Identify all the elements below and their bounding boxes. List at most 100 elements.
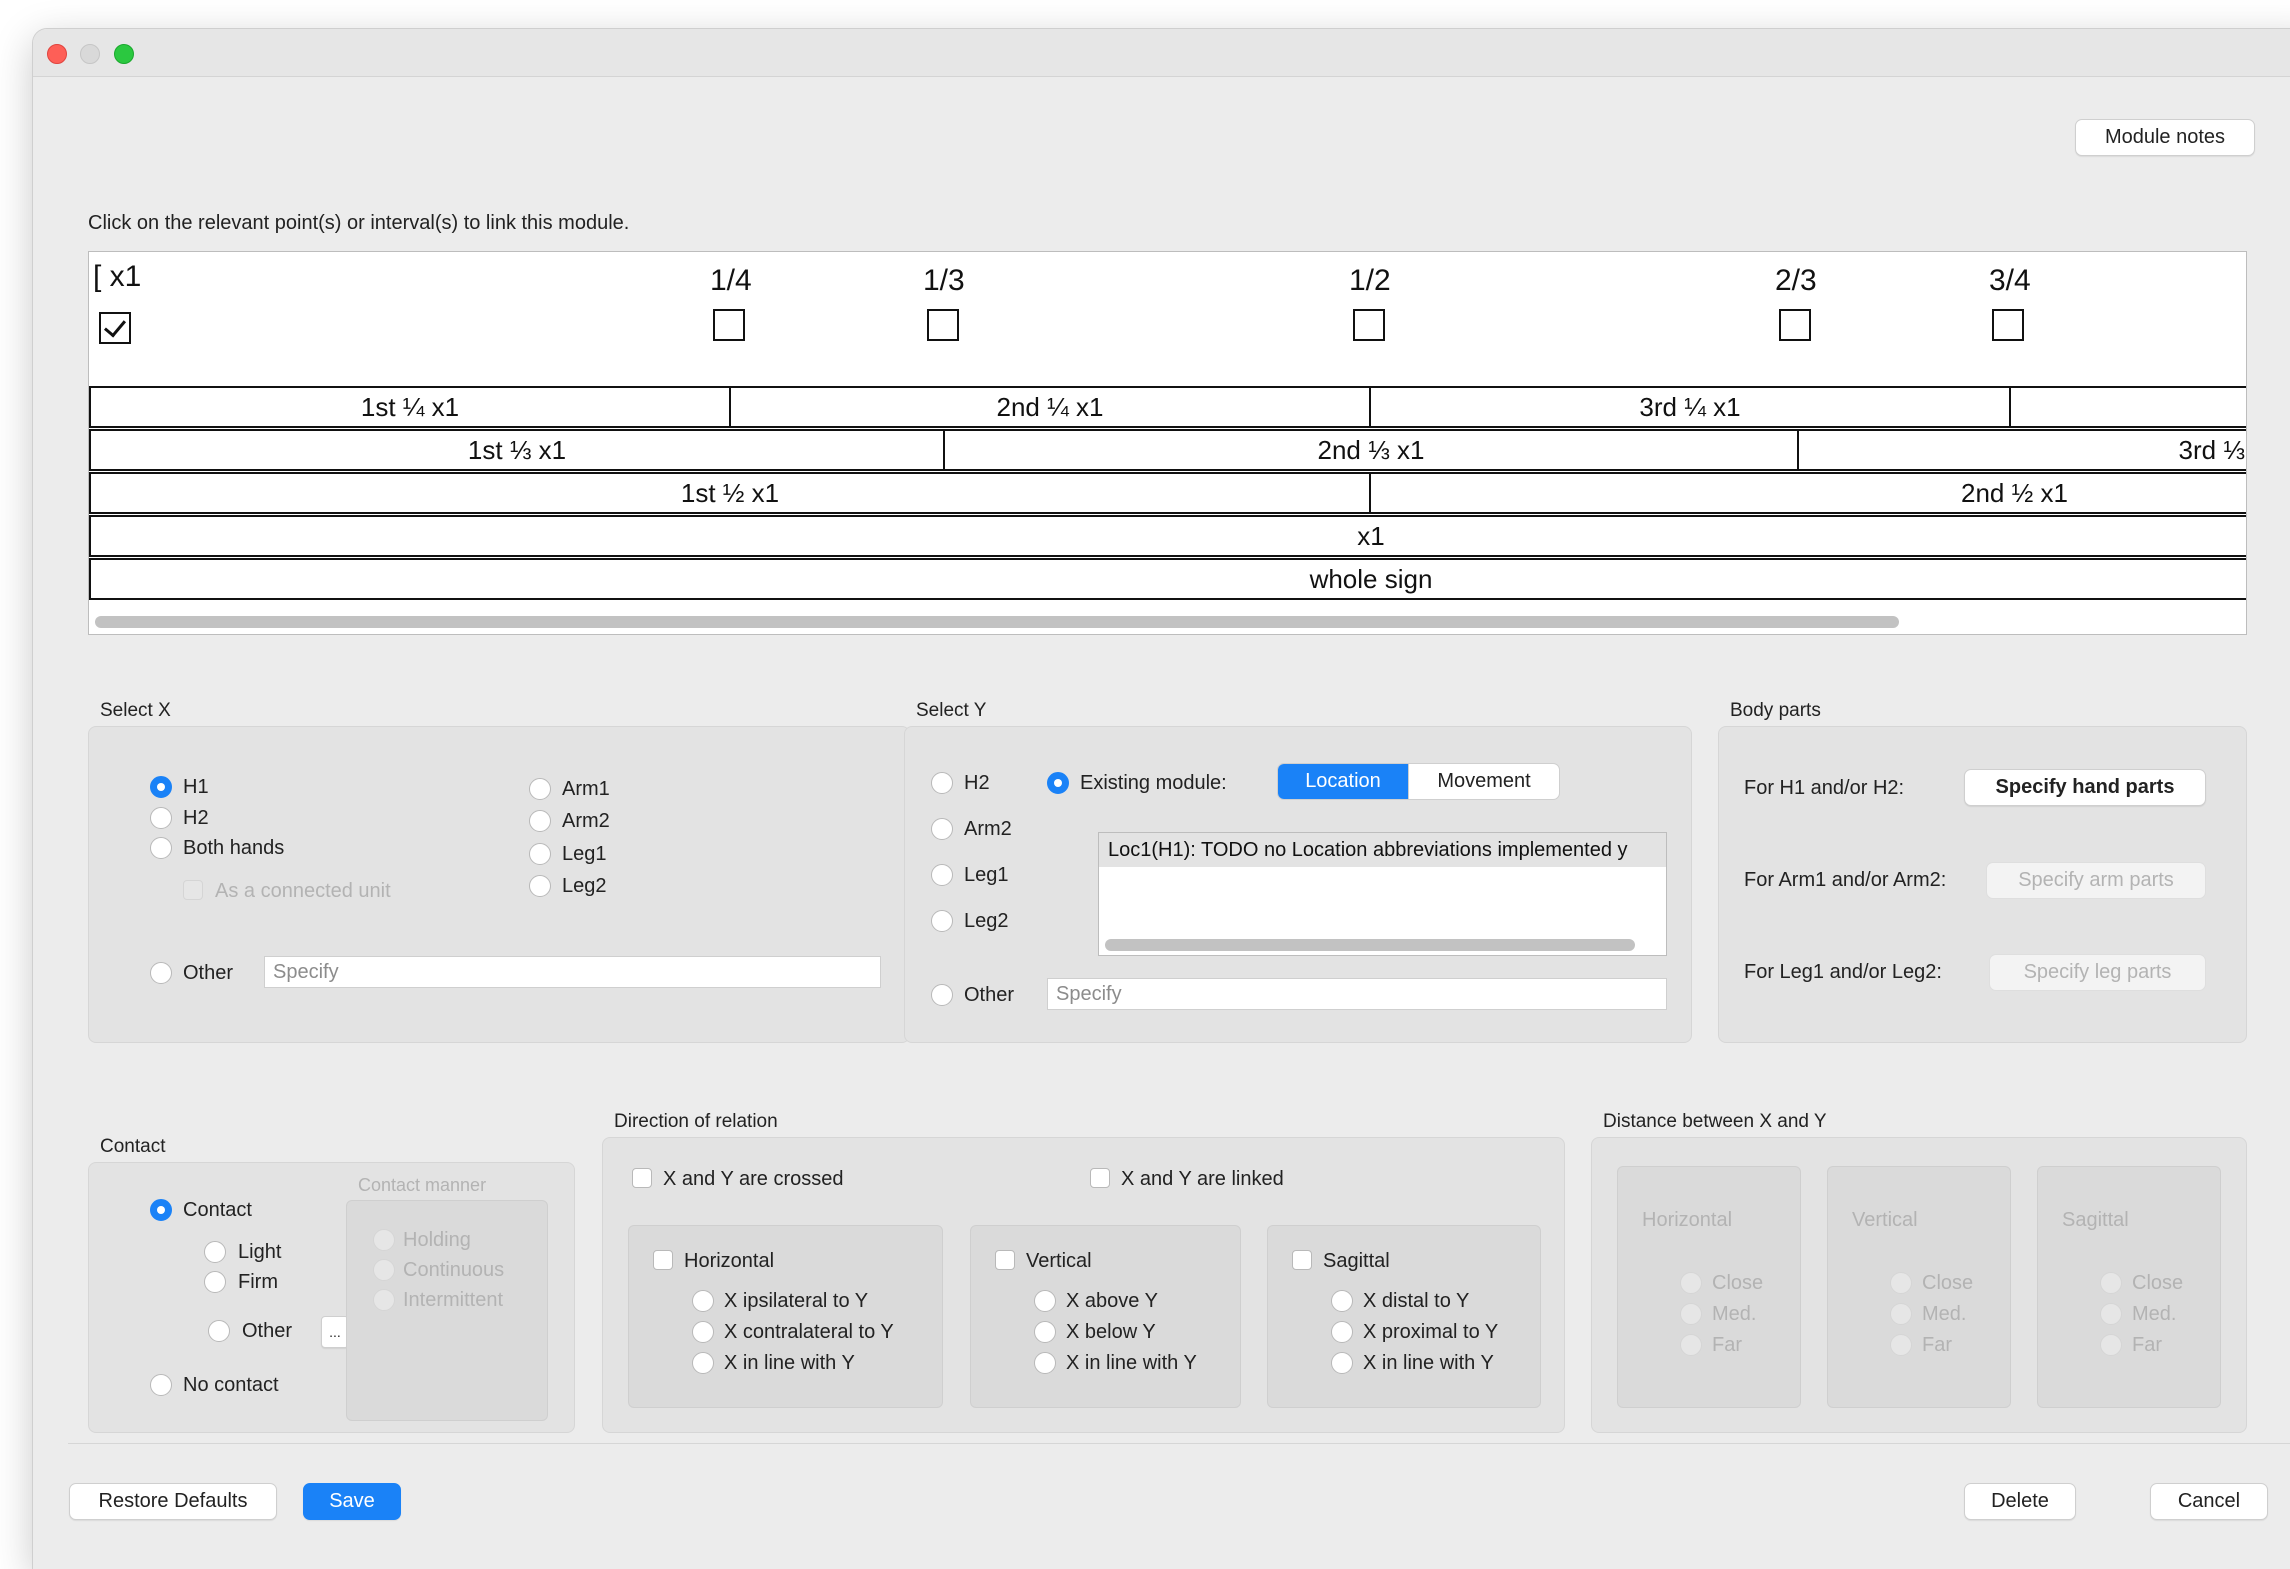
direction-sagittal-option-radio[interactable] [1331, 1290, 1353, 1312]
distance-vertical-option-radio[interactable] [1890, 1303, 1912, 1325]
interval-third-quarter[interactable]: 3rd ¼ x1 [1369, 386, 2011, 428]
segment-location[interactable]: Location [1278, 764, 1408, 799]
direction-vertical-option-radio[interactable] [1034, 1321, 1056, 1343]
y-module-list[interactable]: Loc1(H1): TODO no Location abbreviations… [1098, 832, 1667, 956]
x-arm1-radio[interactable] [529, 778, 551, 800]
direction-vertical-option-radio[interactable] [1034, 1352, 1056, 1374]
manner-continuous-radio[interactable] [373, 1259, 395, 1281]
contact-manner-title: Contact manner [358, 1175, 487, 1195]
contact-manner-group: Holding Continuous Intermittent [346, 1200, 548, 1421]
y-other-radio[interactable] [931, 984, 953, 1006]
contact-firm-radio[interactable] [204, 1271, 226, 1293]
distance-sagittal-option-label: Far [2132, 1334, 2162, 1356]
distance-sagittal-option-radio[interactable] [2100, 1303, 2122, 1325]
direction-horizontal-checkbox[interactable] [653, 1250, 673, 1270]
manner-intermittent-radio[interactable] [373, 1289, 395, 1311]
x-leg2-radio[interactable] [529, 875, 551, 897]
x-other-specify-input[interactable]: Specify [264, 956, 881, 988]
y-existing-module-radio[interactable] [1047, 772, 1069, 794]
direction-vertical-option-label: X below Y [1066, 1321, 1156, 1343]
y-leg2-radio[interactable] [931, 910, 953, 932]
y-module-list-item[interactable]: Loc1(H1): TODO no Location abbreviations… [1099, 833, 1666, 867]
select-x-title: Select X [100, 700, 171, 721]
direction-sagittal-title: Sagittal [1323, 1250, 1390, 1272]
y-h2-radio[interactable] [931, 772, 953, 794]
interval-whole-x1[interactable]: x1 [89, 515, 2246, 557]
direction-horizontal-option-radio[interactable] [692, 1290, 714, 1312]
select-x-panel: H1 H2 Both hands As a connected unit Arm… [88, 726, 910, 1043]
y-existing-module-label: Existing module: [1080, 772, 1227, 794]
direction-panel: X and Y are crossed X and Y are linked H… [602, 1137, 1565, 1433]
distance-horizontal-option-radio[interactable] [1680, 1272, 1702, 1294]
x-leg1-radio[interactable] [529, 843, 551, 865]
timeline-scrollbar[interactable] [95, 616, 1899, 628]
direction-horizontal-title: Horizontal [684, 1250, 775, 1272]
point-checkbox-start[interactable] [99, 312, 131, 344]
restore-defaults-button[interactable]: Restore Defaults [69, 1483, 277, 1520]
crossed-checkbox[interactable] [632, 1168, 652, 1188]
no-contact-radio[interactable] [150, 1374, 172, 1396]
minimize-window-button[interactable] [80, 44, 100, 64]
cancel-button[interactable]: Cancel [2150, 1483, 2268, 1520]
point-checkbox-third[interactable] [927, 309, 959, 341]
interval-first-half[interactable]: 1st ½ x1 [89, 472, 1371, 514]
arm-parts-label: For Arm1 and/or Arm2: [1744, 869, 1947, 891]
point-checkbox-three-quarters[interactable] [1992, 309, 2024, 341]
direction-horizontal-option-radio[interactable] [692, 1321, 714, 1343]
contact-light-radio[interactable] [204, 1241, 226, 1263]
direction-sagittal-option-radio[interactable] [1331, 1352, 1353, 1374]
y-arm2-radio[interactable] [931, 818, 953, 840]
point-checkbox-quarter[interactable] [713, 309, 745, 341]
distance-sagittal-option-radio[interactable] [2100, 1272, 2122, 1294]
distance-horizontal-option-radio[interactable] [1680, 1303, 1702, 1325]
interval-second-third[interactable]: 2nd ⅓ x1 [943, 429, 1799, 471]
interval-fourth-quarter[interactable] [2009, 386, 2246, 428]
y-leg1-radio[interactable] [931, 864, 953, 886]
x-other-radio[interactable] [150, 962, 172, 984]
y-module-list-scrollbar[interactable] [1105, 939, 1635, 951]
direction-sagittal-checkbox[interactable] [1292, 1250, 1312, 1270]
interval-second-half[interactable]: 2nd ½ x1 [1369, 472, 2246, 514]
x-both-hands-radio[interactable] [150, 837, 172, 859]
specify-leg-parts-button[interactable]: Specify leg parts [1989, 954, 2206, 991]
distance-sagittal-group: Sagittal Close Med. Far [2037, 1166, 2221, 1408]
interval-first-third[interactable]: 1st ⅓ x1 [89, 429, 945, 471]
direction-horizontal-option-radio[interactable] [692, 1352, 714, 1374]
distance-horizontal-option-radio[interactable] [1680, 1334, 1702, 1356]
y-other-specify-input[interactable]: Specify [1047, 978, 1667, 1010]
distance-horizontal-group: Horizontal Close Med. Far [1617, 1166, 1801, 1408]
direction-vertical-option-radio[interactable] [1034, 1290, 1056, 1312]
interval-first-quarter[interactable]: 1st ¼ x1 [89, 386, 731, 428]
distance-vertical-option-label: Close [1922, 1272, 1974, 1294]
close-window-button[interactable] [47, 44, 67, 64]
module-notes-button[interactable]: Module notes [2075, 119, 2255, 156]
x-connected-unit-checkbox[interactable] [183, 880, 203, 900]
direction-vertical-checkbox[interactable] [995, 1250, 1015, 1270]
crossed-label: X and Y are crossed [663, 1168, 844, 1190]
point-checkbox-half[interactable] [1353, 309, 1385, 341]
zoom-window-button[interactable] [114, 44, 134, 64]
save-button[interactable]: Save [303, 1483, 401, 1520]
linked-checkbox[interactable] [1090, 1168, 1110, 1188]
point-label-half: 1/2 [1349, 264, 1391, 297]
x-arm2-radio[interactable] [529, 810, 551, 832]
x-h2-radio[interactable] [150, 807, 172, 829]
interval-whole-sign[interactable]: whole sign [89, 558, 2246, 600]
delete-button[interactable]: Delete [1964, 1483, 2076, 1520]
distance-sagittal-option-radio[interactable] [2100, 1334, 2122, 1356]
manner-holding-radio[interactable] [373, 1229, 395, 1251]
segment-movement[interactable]: Movement [1408, 764, 1559, 799]
direction-sagittal-option-radio[interactable] [1331, 1321, 1353, 1343]
interval-third-third[interactable]: 3rd ⅓ [1797, 429, 2246, 471]
point-checkbox-two-thirds[interactable] [1779, 309, 1811, 341]
contact-radio[interactable] [150, 1199, 172, 1221]
specify-arm-parts-button[interactable]: Specify arm parts [1986, 862, 2206, 899]
interval-second-quarter[interactable]: 2nd ¼ x1 [729, 386, 1371, 428]
specify-hand-parts-button[interactable]: Specify hand parts [1964, 769, 2206, 806]
x-h1-radio[interactable] [150, 776, 172, 798]
distance-vertical-option-radio[interactable] [1890, 1272, 1912, 1294]
distance-vertical-option-radio[interactable] [1890, 1334, 1912, 1356]
contact-other-radio[interactable] [208, 1320, 230, 1342]
contact-other-more-button[interactable]: ... [321, 1316, 349, 1348]
x-leg1-label: Leg1 [562, 843, 607, 865]
